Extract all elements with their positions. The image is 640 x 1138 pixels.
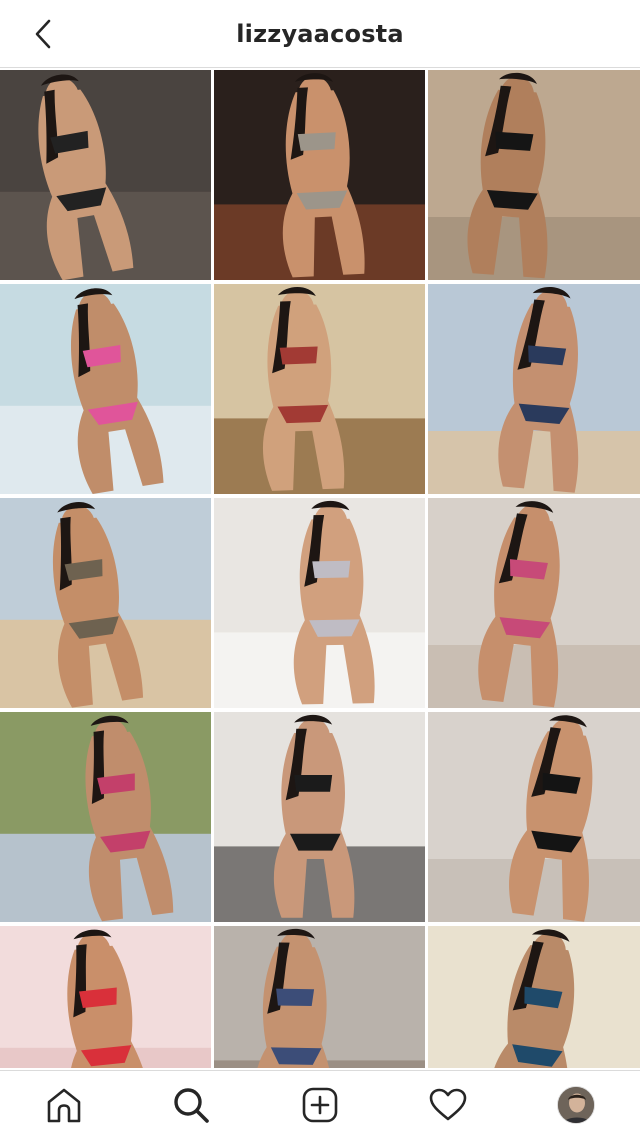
post-photo	[428, 70, 640, 280]
tab-profile[interactable]	[554, 1083, 598, 1127]
post-tile-12[interactable]	[428, 712, 640, 922]
post-photo	[428, 498, 640, 708]
post-photo	[428, 926, 640, 1068]
post-photo	[428, 712, 640, 922]
post-tile-7[interactable]	[0, 498, 211, 708]
post-tile-3[interactable]	[428, 70, 640, 280]
tab-search[interactable]	[169, 1083, 213, 1127]
post-photo	[214, 498, 425, 708]
post-tile-4[interactable]	[0, 284, 211, 494]
post-tile-11[interactable]	[214, 712, 425, 922]
posts-grid	[0, 70, 640, 1068]
post-photo	[214, 284, 425, 494]
home-icon	[47, 1088, 81, 1123]
heart-icon	[429, 1088, 467, 1121]
post-tile-13[interactable]	[0, 926, 211, 1068]
plus-square-icon	[302, 1087, 338, 1123]
post-photo	[0, 70, 211, 280]
post-photo	[0, 712, 211, 922]
post-tile-5[interactable]	[214, 284, 425, 494]
post-tile-6[interactable]	[428, 284, 640, 494]
tab-activity[interactable]	[426, 1083, 470, 1127]
post-photo	[0, 498, 211, 708]
post-photo	[214, 70, 425, 280]
post-tile-8[interactable]	[214, 498, 425, 708]
tab-new-post[interactable]	[298, 1083, 342, 1127]
post-tile-10[interactable]	[0, 712, 211, 922]
post-photo	[428, 284, 640, 494]
back-button[interactable]	[24, 14, 64, 54]
post-tile-14[interactable]	[214, 926, 425, 1068]
tab-home[interactable]	[42, 1083, 86, 1127]
post-tile-1[interactable]	[0, 70, 211, 280]
post-tile-15[interactable]	[428, 926, 640, 1068]
post-photo	[0, 284, 211, 494]
profile-avatar	[557, 1086, 595, 1124]
bottom-tab-bar	[0, 1070, 640, 1138]
top-nav-bar: lizzyaacosta	[0, 0, 640, 68]
chevron-left-icon	[35, 19, 51, 49]
post-photo	[214, 926, 425, 1068]
post-tile-9[interactable]	[428, 498, 640, 708]
search-icon	[174, 1088, 209, 1123]
post-photo	[214, 712, 425, 922]
post-photo	[0, 926, 211, 1068]
post-tile-2[interactable]	[214, 70, 425, 280]
profile-username-title: lizzyaacosta	[236, 19, 404, 48]
